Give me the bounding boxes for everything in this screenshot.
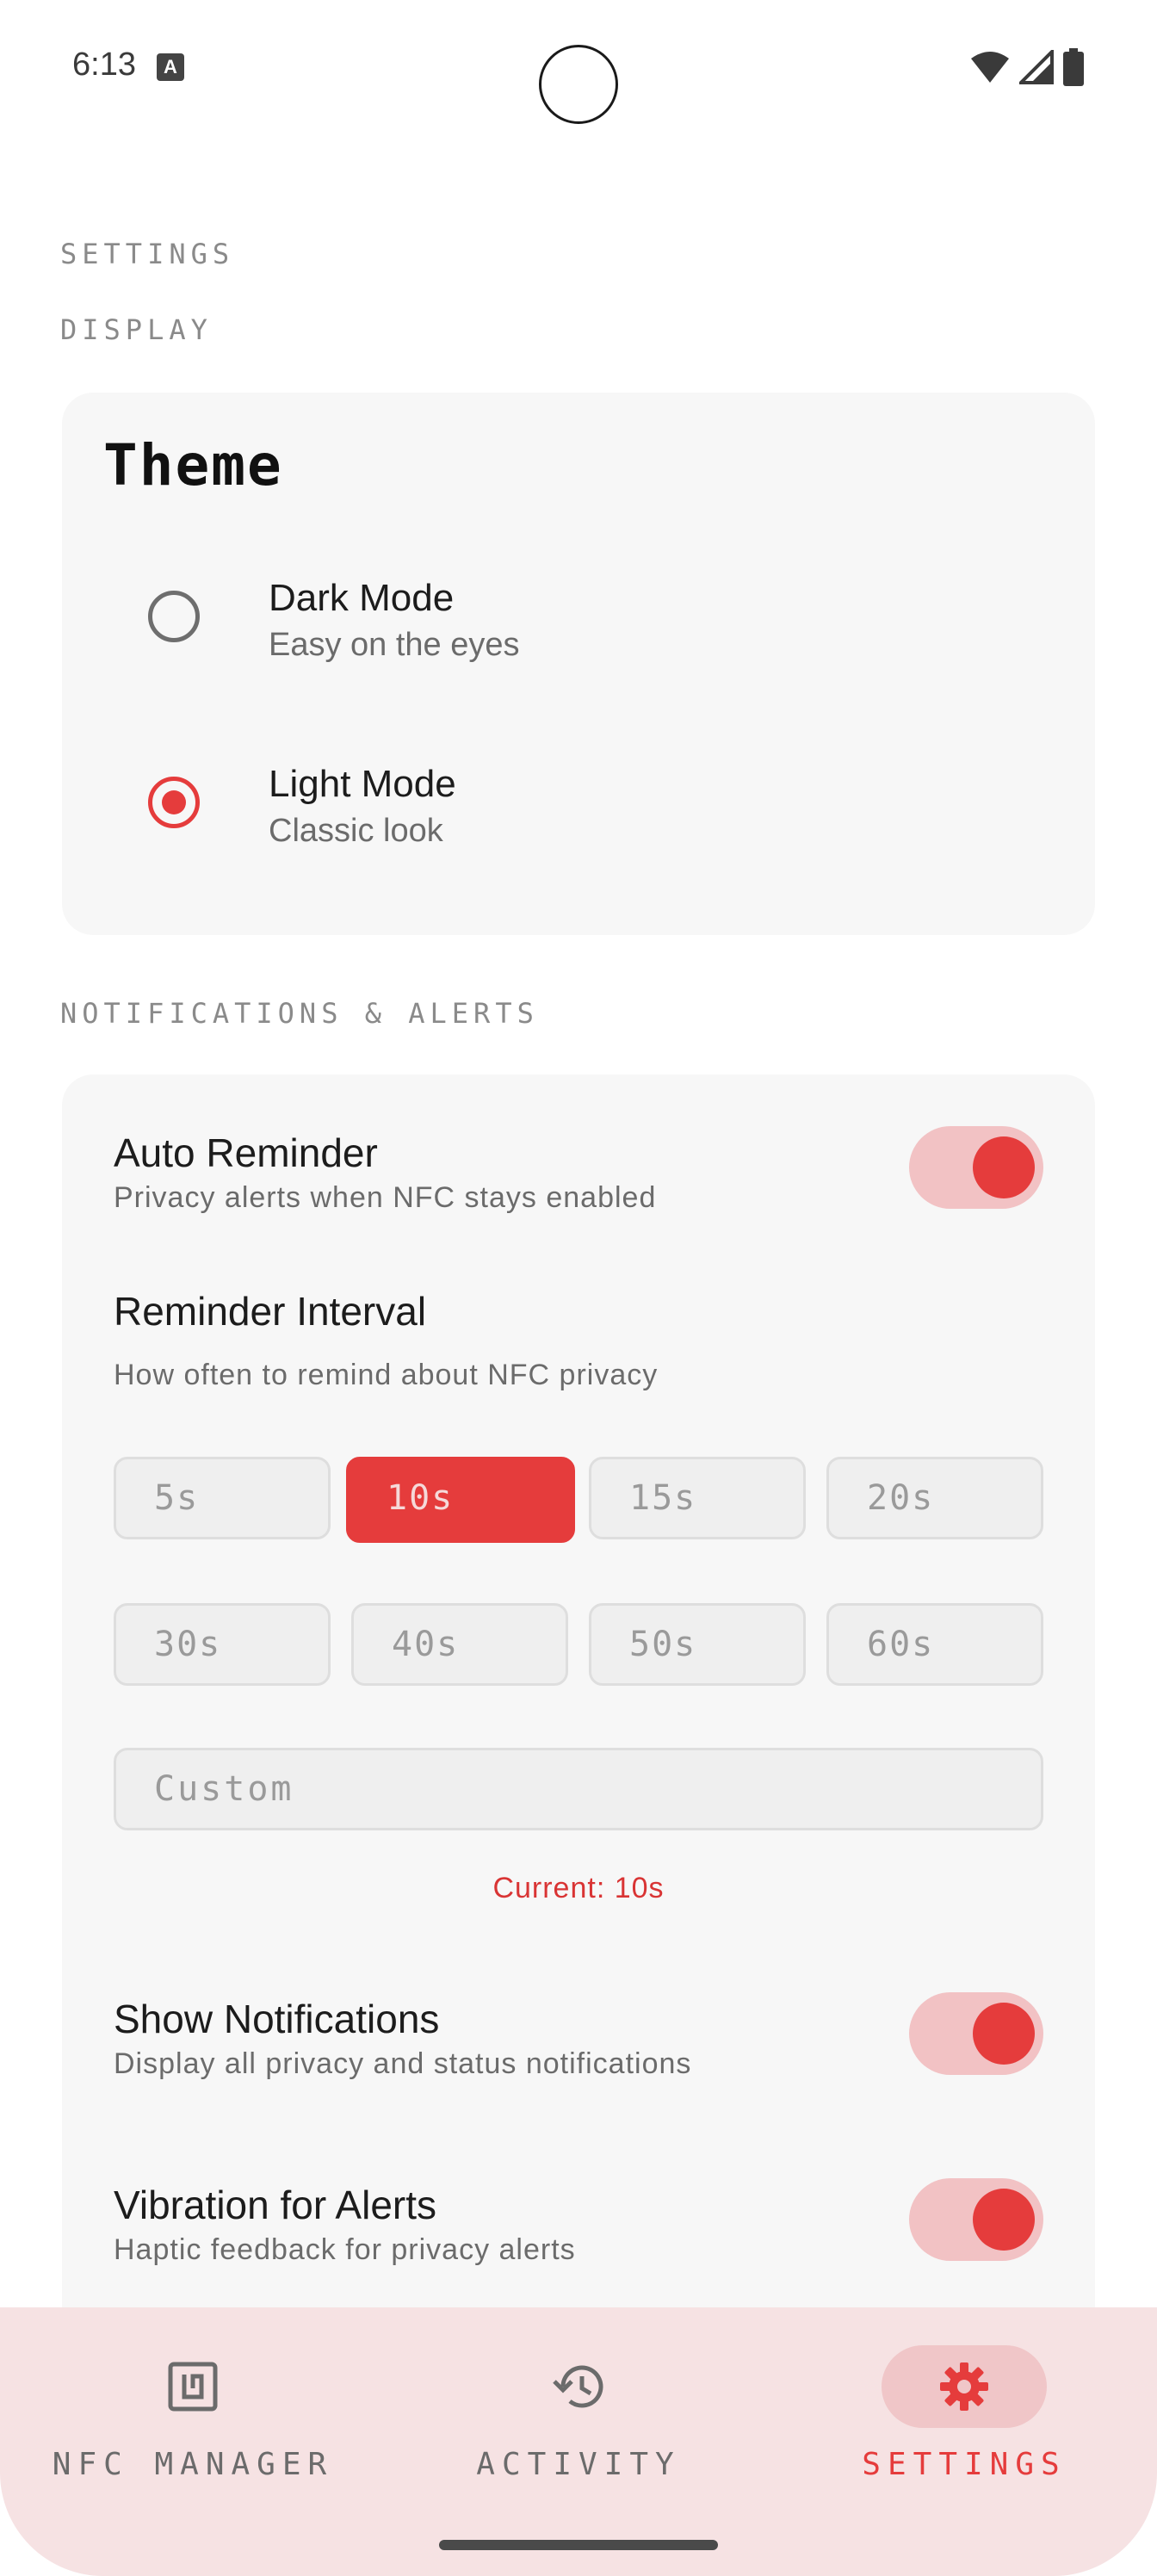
display-section-label: DISPLAY [60,313,213,346]
bottom-navigation: NFC MANAGER ACTIVITY SETTINGS [0,2307,1157,2576]
vibration-subtitle: Haptic feedback for privacy alerts [114,2233,576,2266]
nav-icon-container [882,2345,1047,2428]
notification-a-icon: A [157,53,184,81]
page-title: SETTINGS [60,238,235,270]
light-mode-title: Light Mode [269,763,456,805]
vibration-title: Vibration for Alerts [114,2183,437,2227]
vibration-row: Vibration for Alerts Haptic feedback for… [62,2178,1095,2282]
current-interval-text: Current: 10s [492,1872,665,1904]
nav-item-nfc-manager[interactable]: NFC MANAGER [0,2307,386,2523]
gear-icon [940,2362,988,2411]
theme-option-light[interactable]: Light Mode Classic look [62,742,1095,863]
show-notifications-subtitle: Display all privacy and status notificat… [114,2047,692,2080]
notifications-section-label: NOTIFICATIONS & ALERTS [60,997,539,1030]
show-notifications-row: Show Notifications Display all privacy a… [62,1992,1095,2096]
toggle-knob [973,2189,1035,2251]
history-icon [553,2365,603,2408]
nfc-icon [168,2362,218,2412]
signal-icon [1019,50,1054,84]
interval-chip-60s[interactable]: 60s [826,1603,1043,1686]
dark-mode-radio[interactable] [148,591,200,642]
notifications-card: Auto Reminder Privacy alerts when NFC st… [62,1074,1095,2366]
home-indicator[interactable] [439,2540,718,2550]
auto-reminder-toggle[interactable] [909,1126,1043,1209]
light-mode-subtitle: Classic look [269,813,443,849]
nav-label-nfc-manager: NFC MANAGER [52,2447,334,2482]
theme-title: Theme [103,432,283,498]
wifi-icon [971,52,1009,83]
reminder-interval-subtitle: How often to remind about NFC privacy [114,1359,659,1391]
custom-interval-input[interactable]: Custom [114,1748,1043,1830]
battery-icon [1063,48,1084,86]
dark-mode-subtitle: Easy on the eyes [269,627,520,663]
show-notifications-title: Show Notifications [114,1997,440,2041]
nav-label-activity: ACTIVITY [476,2447,681,2482]
camera-cutout [539,45,618,124]
show-notifications-toggle[interactable] [909,1992,1043,2075]
nav-item-activity[interactable]: ACTIVITY [386,2307,771,2523]
interval-chip-40s[interactable]: 40s [351,1603,568,1686]
status-time: 6:13 [72,46,136,83]
auto-reminder-subtitle: Privacy alerts when NFC stays enabled [114,1181,657,1214]
theme-card: Theme Dark Mode Easy on the eyes Light M… [62,393,1095,935]
vibration-toggle[interactable] [909,2178,1043,2261]
auto-reminder-title: Auto Reminder [114,1130,378,1175]
status-icons [969,48,1085,86]
interval-chip-30s[interactable]: 30s [114,1603,331,1686]
reminder-interval-title: Reminder Interval [114,1289,427,1334]
nav-icon-container [496,2345,661,2428]
dark-mode-title: Dark Mode [269,577,455,619]
auto-reminder-row: Auto Reminder Privacy alerts when NFC st… [62,1126,1095,1229]
interval-chip-20s[interactable]: 20s [826,1457,1043,1539]
nav-label-settings: SETTINGS [862,2447,1067,2482]
toggle-knob [973,2003,1035,2065]
interval-chip-50s[interactable]: 50s [589,1603,806,1686]
light-mode-radio[interactable] [148,777,200,828]
interval-chip-10s[interactable]: 10s [346,1457,575,1543]
theme-option-dark[interactable]: Dark Mode Easy on the eyes [62,556,1095,677]
interval-chip-15s[interactable]: 15s [589,1457,806,1539]
toggle-knob [973,1136,1035,1198]
status-bar: 6:13 A [0,0,1157,138]
nav-item-settings[interactable]: SETTINGS [771,2307,1157,2523]
nav-icon-container [110,2345,275,2428]
interval-chip-5s[interactable]: 5s [114,1457,331,1539]
